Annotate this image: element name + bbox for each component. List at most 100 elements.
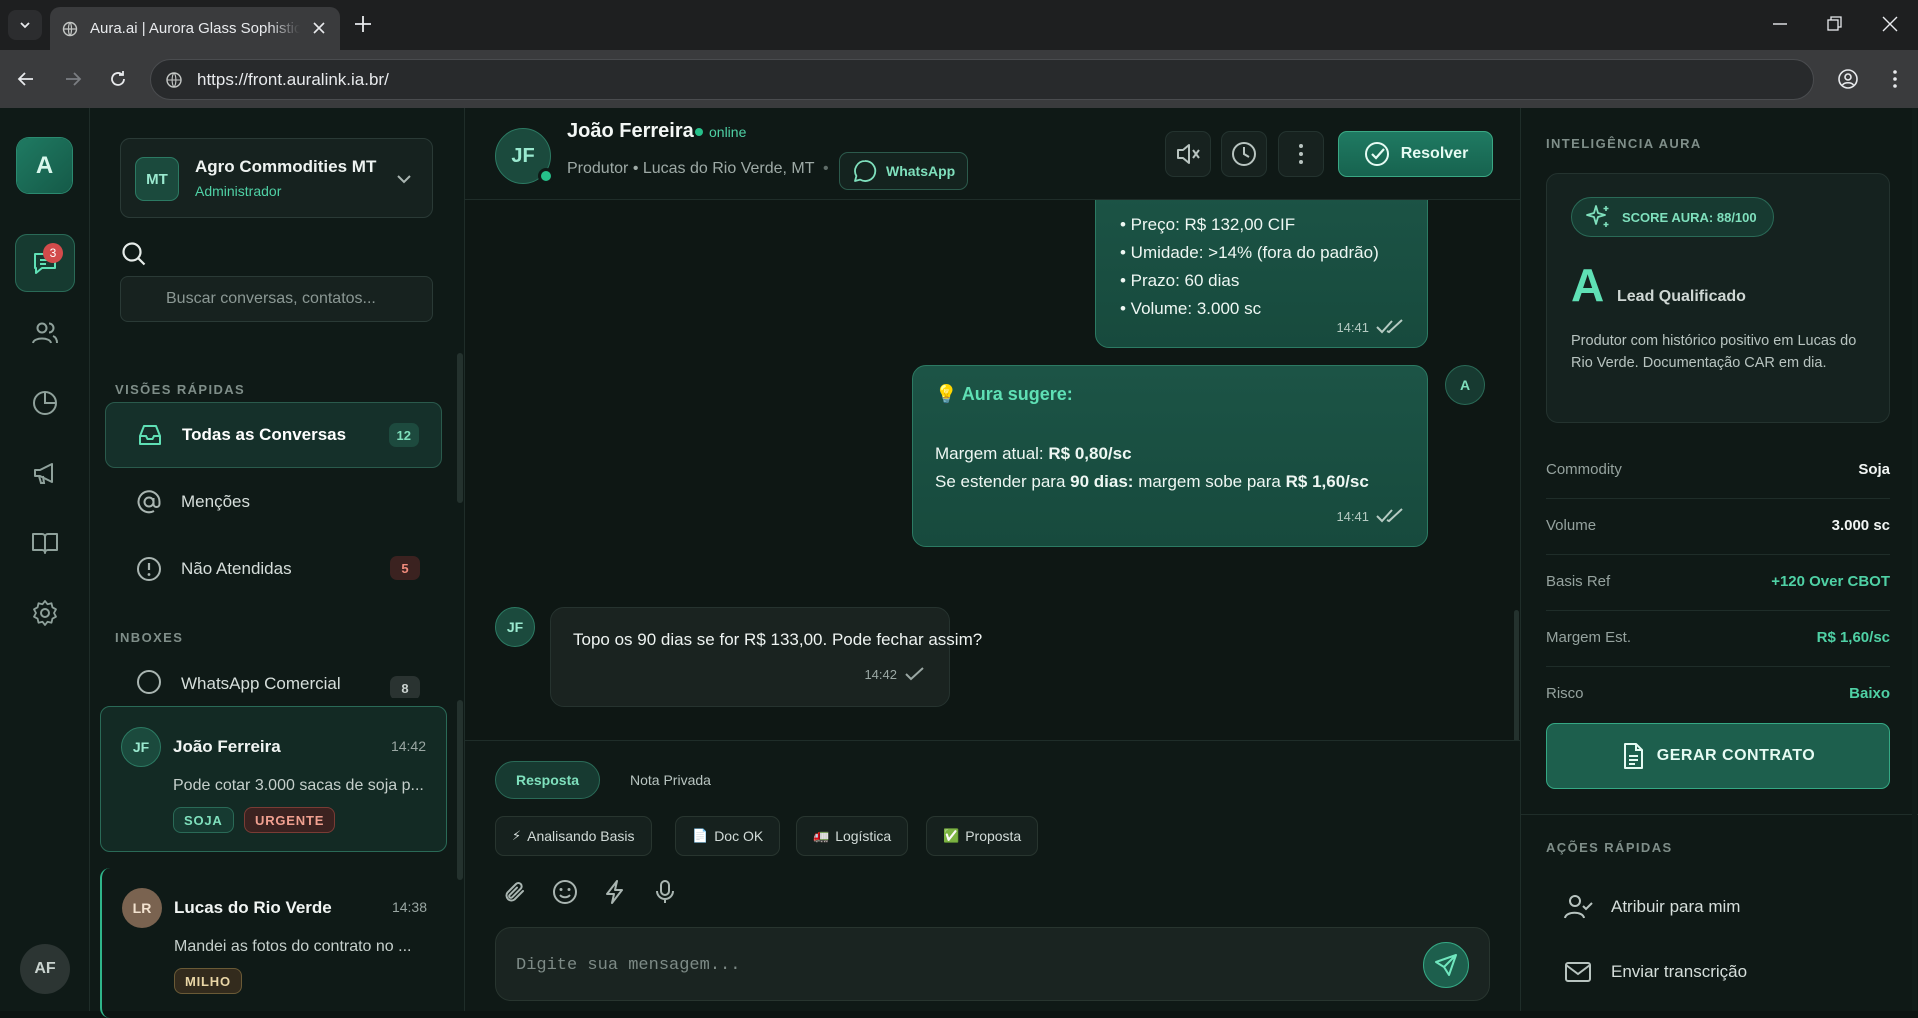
unread-badge: 3 [43,243,63,263]
close-icon[interactable] [310,19,328,37]
resolve-label: Resolver [1400,145,1469,162]
contact-avatar-small: JF [495,607,535,647]
aura-suggestion-message: 💡 Aura sugere: Margem atual: R$ 0,80/sc … [912,365,1428,547]
panel-scrollbar[interactable] [1912,108,1917,1011]
score-card: SCORE AURA: 88/100 A Lead Qualificado Pr… [1546,173,1890,423]
tab-search-button[interactable] [8,10,42,40]
conversation-item[interactable]: JF João Ferreira 14:42 Pode cotar 3.000 … [100,706,447,852]
score-badge: SCORE AURA: 88/100 [1571,197,1774,237]
resolve-button[interactable]: Resolver [1338,131,1493,177]
users-icon [32,322,58,344]
new-tab-icon[interactable] [352,13,374,35]
view-all-conversations[interactable]: Todas as Conversas 12 [105,402,442,468]
site-info-icon[interactable] [165,71,183,89]
field-margin: Margem Est. R$ 1,60/sc [1546,611,1890,667]
rail-knowledge-base[interactable] [15,514,75,572]
aura-intelligence-panel: INTELIGÊNCIA AURA SCORE AURA: 88/100 A L… [1520,108,1918,1011]
lightning-icon: ⚡ [512,828,522,843]
double-check-icon [1376,319,1403,334]
chip-label: Doc OK [714,828,764,844]
browser-menu-icon[interactable] [1884,68,1906,90]
quick-views-scrollbar[interactable] [457,353,463,503]
message-line: • Prazo: 60 dias [1120,271,1240,290]
conversation-item[interactable]: LR Lucas do Rio Verde 14:38 Mandei as fo… [100,868,447,1018]
search-icon [122,242,146,266]
user-avatar[interactable]: AF [20,944,70,994]
message-text: Topo os 90 dias se for R$ 133,00. Pode f… [573,630,983,649]
contract-label: GERAR CONTRATO [1656,747,1816,764]
action-label: Enviar transcrição [1611,962,1748,981]
address-bar[interactable]: https://front.auralink.ia.br/ [150,59,1814,100]
app-logo[interactable]: A [17,138,72,193]
message-meta: 14:41 [1336,319,1405,335]
message-input[interactable] [516,948,1396,982]
window-close-icon[interactable] [1880,14,1900,34]
kebab-menu-icon [1299,144,1303,164]
action-send-transcript[interactable]: Enviar transcrição [1563,957,1747,987]
score-label: SCORE AURA: 88/100 [1622,209,1757,225]
back-icon[interactable] [16,69,36,89]
minimize-icon[interactable] [1770,14,1790,34]
quick-chip-basis[interactable]: ⚡ Analisando Basis [495,816,652,856]
quick-chip-proposal[interactable]: ✅ Proposta [926,816,1039,856]
tab-reply[interactable]: Resposta [495,761,601,799]
quick-chip-logistics[interactable]: 🚛 Logística [796,816,909,856]
tab-private-note[interactable]: Nota Privada [610,761,731,799]
document-icon [1623,743,1643,769]
generate-contract-button[interactable]: GERAR CONTRATO [1546,723,1890,789]
rail-settings[interactable] [15,584,75,642]
chip-label: Analisando Basis [527,828,635,844]
forward-icon[interactable] [63,69,83,89]
paperclip-icon[interactable] [501,878,529,906]
view-unattended[interactable]: Não Atendidas 5 [105,536,442,602]
channel-badge[interactable]: WhatsApp [839,152,969,190]
more-options-button[interactable] [1278,131,1324,177]
gear-icon [33,600,57,626]
app: A 3 AF MT Agro Commodities MT Administra… [0,108,1918,1018]
message-line: Se estender para 90 dias: margem sobe pa… [935,468,1369,496]
mute-button[interactable] [1165,131,1211,177]
field-value: R$ 1,60/sc [1816,629,1890,646]
view-mentions[interactable]: Menções [105,469,442,535]
conversation-time: 14:38 [391,899,427,915]
lead-grade-label: Lead Qualificado [1617,288,1746,305]
channel-label: WhatsApp [886,163,956,179]
history-button[interactable] [1221,131,1267,177]
reload-icon[interactable] [108,69,128,89]
chat-scrollbar[interactable] [1514,610,1519,740]
search-input[interactable] [120,276,433,322]
contact-subtitle: Produtor • Lucas do Rio Verde, MT [567,160,815,177]
send-button[interactable] [1423,942,1469,988]
browser-tab[interactable]: Aura.ai | Aurora Glass Sophisticated [50,7,340,50]
rail-contacts[interactable] [15,304,75,362]
rail-conversations[interactable]: 3 [15,234,75,292]
rail-campaigns[interactable] [15,444,75,502]
view-label: Todas as Conversas [182,425,347,444]
emoji-icon[interactable] [551,878,579,906]
conversations-scrollbar[interactable] [457,700,463,880]
field-risk: Risco Baixo [1546,667,1890,723]
composer: Resposta Nota Privada ⚡ Analisando Basis … [465,740,1520,1011]
message-line: Margem atual: R$ 0,80/sc [935,440,1132,468]
profile-icon[interactable] [1837,68,1859,90]
chevron-down-icon [20,22,30,29]
whatsapp-icon [137,670,161,694]
reports-icon [33,391,57,415]
restore-icon[interactable] [1824,14,1844,34]
quick-chip-doc[interactable]: 📄 Doc OK [675,816,781,856]
lightning-icon[interactable] [601,878,629,906]
org-avatar: MT [135,157,179,201]
browser-toolbar: https://front.auralink.ia.br/ [0,50,1918,108]
alert-circle-icon [137,557,161,581]
inbox-whatsapp-comercial[interactable]: WhatsApp Comercial 8 [105,648,442,698]
org-switcher[interactable]: MT Agro Commodities MT Administrador [120,138,433,218]
microphone-icon[interactable] [651,878,679,906]
text-segment: Margem atual: [935,444,1049,463]
incoming-message: Topo os 90 dias se for R$ 133,00. Pode f… [550,607,982,707]
url-text: https://front.auralink.ia.br/ [197,69,389,89]
action-assign-to-me[interactable]: Atribuir para mim [1563,892,1740,922]
avatar: LR [122,888,162,928]
conversation-preview: Pode cotar 3.000 sacas de soja p... [173,777,424,794]
message-line: • Umidade: >14% (fora do padrão) [1120,243,1379,262]
rail-reports[interactable] [15,374,75,432]
